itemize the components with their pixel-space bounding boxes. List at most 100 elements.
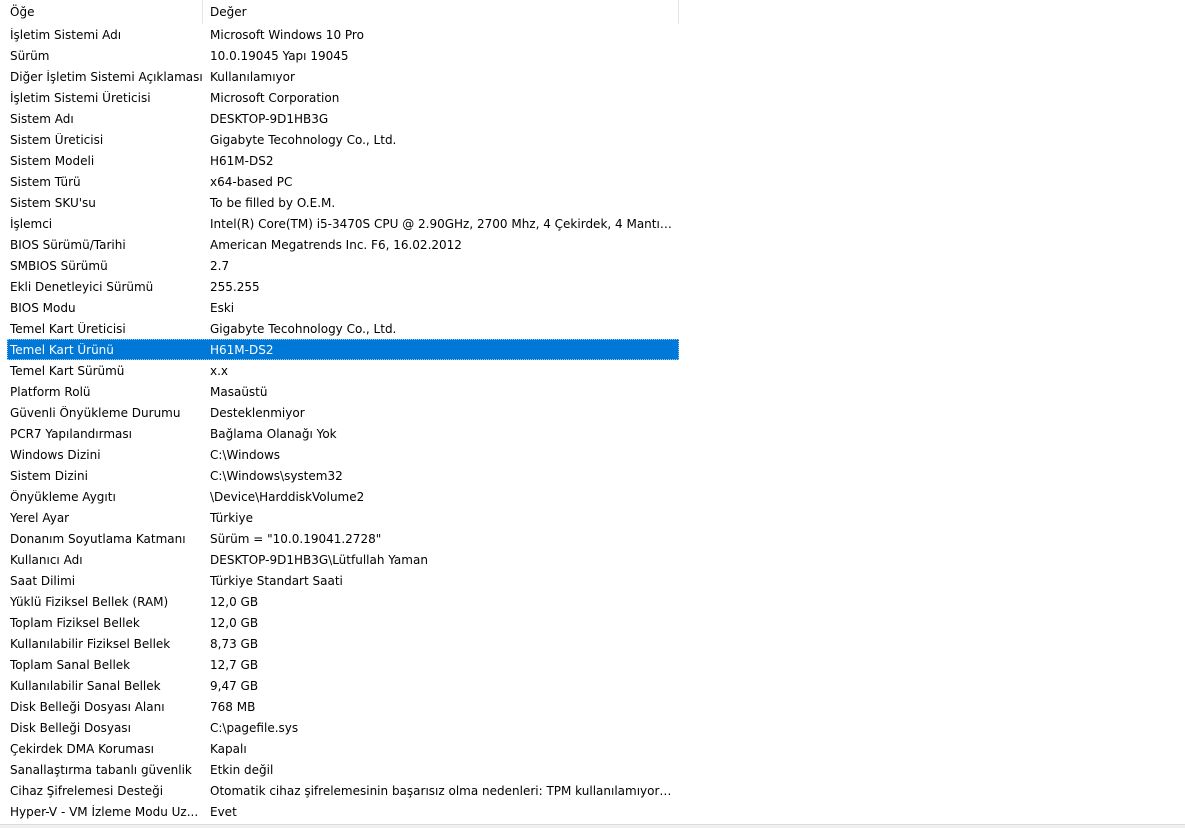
list-item[interactable]: Diğer İşletim Sistemi Açıklaması Kullanıl… xyxy=(0,66,679,87)
item-name: Windows Dizini xyxy=(10,447,101,462)
list-item[interactable]: Kullanıcı Adı DESKTOP-9D1HB3G\Lütfullah Y… xyxy=(0,549,679,570)
list-item[interactable]: Cihaz Şifrelemesi Desteği Otomatik cihaz … xyxy=(0,780,679,801)
item-value: Gigabyte Tecohnology Co., Ltd. xyxy=(210,132,397,147)
list-item[interactable]: BIOS Sürümü/Tarihi American Megatrends In… xyxy=(0,234,679,255)
list-item[interactable]: İşletim Sistemi Adı Microsoft Windows 10 … xyxy=(0,24,679,45)
item-value: Otomatik cihaz şifrelemesinin başarısız … xyxy=(210,783,679,798)
item-value: 10.0.19045 Yapı 19045 xyxy=(210,48,349,63)
item-name: Sistem Adı xyxy=(10,111,74,126)
list-item[interactable]: Kullanılabilir Fiziksel Bellek 8,73 GB xyxy=(0,633,679,654)
item-value: H61M-DS2 xyxy=(210,153,274,168)
system-summary-listview[interactable]: Öğe Değer İşletim Sistemi Adı Microsoft W… xyxy=(0,0,1185,824)
item-name: PCR7 Yapılandırması xyxy=(10,426,132,441)
item-value: To be filled by O.E.M. xyxy=(210,195,336,210)
item-value: Intel(R) Core(TM) i5-3470S CPU @ 2.90GHz… xyxy=(210,216,679,231)
item-value: Evet xyxy=(210,804,237,819)
list-item[interactable]: Sistem Dizini C:\Windows\system32 xyxy=(0,465,679,486)
list-item[interactable]: Temel Kart Sürümü x.x xyxy=(0,360,679,381)
list-item[interactable]: Donanım Soyutlama Katmanı Sürüm = "10.0.1… xyxy=(0,528,679,549)
item-name: Toplam Sanal Bellek xyxy=(10,657,131,672)
item-name: Temel Kart Üreticisi xyxy=(10,321,126,336)
list-item[interactable]: Önyükleme Aygıtı \Device\HarddiskVolume2 xyxy=(0,486,679,507)
list-item[interactable]: Kullanılabilir Sanal Bellek 9,47 GB xyxy=(0,675,679,696)
list-item[interactable]: İşletim Sistemi Üreticisi Microsoft Corpo… xyxy=(0,87,679,108)
list-item[interactable]: Hyper-V - VM İzleme Modu Uz... Evet xyxy=(0,801,679,822)
item-name: Kullanıcı Adı xyxy=(10,552,83,567)
list-item[interactable]: Windows Dizini C:\Windows xyxy=(0,444,679,465)
item-name: Hyper-V - VM İzleme Modu Uz... xyxy=(10,804,199,819)
list-item[interactable]: Temel Kart Ürünü H61M-DS2 xyxy=(7,339,679,360)
list-item[interactable]: Sistem Üreticisi Gigabyte Tecohnology Co.… xyxy=(0,129,679,150)
item-name: SMBIOS Sürümü xyxy=(10,258,108,273)
item-name: İşletim Sistemi Adı xyxy=(10,27,122,42)
list-item[interactable]: Ekli Denetleyici Sürümü 255.255 xyxy=(0,276,679,297)
item-value: Etkin değil xyxy=(210,762,274,777)
item-name: Disk Belleği Dosyası Alanı xyxy=(10,699,165,714)
item-name: Sanallaştırma tabanlı güvenlik xyxy=(10,762,192,777)
item-name: Yerel Ayar xyxy=(10,510,70,525)
list-item[interactable]: Yüklü Fiziksel Bellek (RAM) 12,0 GB xyxy=(0,591,679,612)
list-item[interactable]: Sistem SKU'su To be filled by O.E.M. xyxy=(0,192,679,213)
list-item[interactable]: SMBIOS Sürümü 2.7 xyxy=(0,255,679,276)
list-item[interactable]: Saat Dilimi Türkiye Standart Saati xyxy=(0,570,679,591)
item-value: Masaüstü xyxy=(210,384,268,399)
item-value: Sürüm = "10.0.19041.2728" xyxy=(210,531,382,546)
list-item[interactable]: Disk Belleği Dosyası C:\pagefile.sys xyxy=(0,717,679,738)
list-item[interactable]: Sanallaştırma tabanlı güvenlik Etkin deği… xyxy=(0,759,679,780)
list-item[interactable]: Toplam Sanal Bellek 12,7 GB xyxy=(0,654,679,675)
item-value: 9,47 GB xyxy=(210,678,259,693)
list-item[interactable]: Çekirdek DMA Koruması Kapalı xyxy=(0,738,679,759)
list-item[interactable]: BIOS Modu Eski xyxy=(0,297,679,318)
item-value: Türkiye xyxy=(210,510,253,525)
item-name: Platform Rolü xyxy=(10,384,91,399)
item-name: Saat Dilimi xyxy=(10,573,76,588)
item-name: Sürüm xyxy=(10,48,50,63)
item-name: BIOS Sürümü/Tarihi xyxy=(10,237,126,252)
list-item[interactable]: Sistem Modeli H61M-DS2 xyxy=(0,150,679,171)
item-value: Bağlama Olanağı Yok xyxy=(210,426,337,441)
list-item[interactable]: PCR7 Yapılandırması Bağlama Olanağı Yok xyxy=(0,423,679,444)
item-name: Cihaz Şifrelemesi Desteği xyxy=(10,783,164,798)
item-name: Çekirdek DMA Koruması xyxy=(10,741,154,756)
item-name: BIOS Modu xyxy=(10,300,76,315)
item-value: 12,7 GB xyxy=(210,657,259,672)
item-value: 8,73 GB xyxy=(210,636,259,651)
item-value: Microsoft Corporation xyxy=(210,90,340,105)
item-value: C:\Windows\system32 xyxy=(210,468,343,483)
list-item[interactable]: Sürüm 10.0.19045 Yapı 19045 xyxy=(0,45,679,66)
list-item[interactable]: İşlemci Intel(R) Core(TM) i5-3470S CPU @ … xyxy=(0,213,679,234)
item-name: Sistem Türü xyxy=(10,174,81,189)
list-item[interactable]: Yerel Ayar Türkiye xyxy=(0,507,679,528)
list-item[interactable]: Temel Kart Üreticisi Gigabyte Tecohnology… xyxy=(0,318,679,339)
column-header: Öğe Değer xyxy=(0,0,679,24)
list-item[interactable]: Platform Rolü Masaüstü xyxy=(0,381,679,402)
item-name: Disk Belleği Dosyası xyxy=(10,720,131,735)
item-name: Donanım Soyutlama Katmanı xyxy=(10,531,186,546)
list-item[interactable]: Sistem Adı DESKTOP-9D1HB3G xyxy=(0,108,679,129)
column-header-item[interactable]: Öğe xyxy=(0,0,203,24)
item-value: C:\Windows xyxy=(210,447,281,462)
bottom-border xyxy=(0,824,1185,828)
item-value: 768 MB xyxy=(210,699,256,714)
item-value: 2.7 xyxy=(210,258,230,273)
item-value: 12,0 GB xyxy=(210,615,259,630)
list-item[interactable]: Toplam Fiziksel Bellek 12,0 GB xyxy=(0,612,679,633)
item-value: Kapalı xyxy=(210,741,247,756)
item-value: Microsoft Windows 10 Pro xyxy=(210,27,364,42)
item-name: Sistem SKU'su xyxy=(10,195,96,210)
item-value: x.x xyxy=(210,363,229,378)
item-name: Güvenli Önyükleme Durumu xyxy=(10,405,181,420)
item-name: Kullanılabilir Sanal Bellek xyxy=(10,678,161,693)
list-rows: İşletim Sistemi Adı Microsoft Windows 10 … xyxy=(0,24,679,822)
list-item[interactable]: Güvenli Önyükleme Durumu Desteklenmiyor xyxy=(0,402,679,423)
item-name: Yüklü Fiziksel Bellek (RAM) xyxy=(10,594,169,609)
item-value: Kullanılamıyor xyxy=(210,69,295,84)
item-name: Kullanılabilir Fiziksel Bellek xyxy=(10,636,171,651)
list-item[interactable]: Disk Belleği Dosyası Alanı 768 MB xyxy=(0,696,679,717)
item-value: x64-based PC xyxy=(210,174,293,189)
item-value: H61M-DS2 xyxy=(210,342,274,357)
column-header-value[interactable]: Değer xyxy=(203,0,679,24)
item-value: DESKTOP-9D1HB3G\Lütfullah Yaman xyxy=(210,552,428,567)
list-item[interactable]: Sistem Türü x64-based PC xyxy=(0,171,679,192)
item-value: Desteklenmiyor xyxy=(210,405,305,420)
